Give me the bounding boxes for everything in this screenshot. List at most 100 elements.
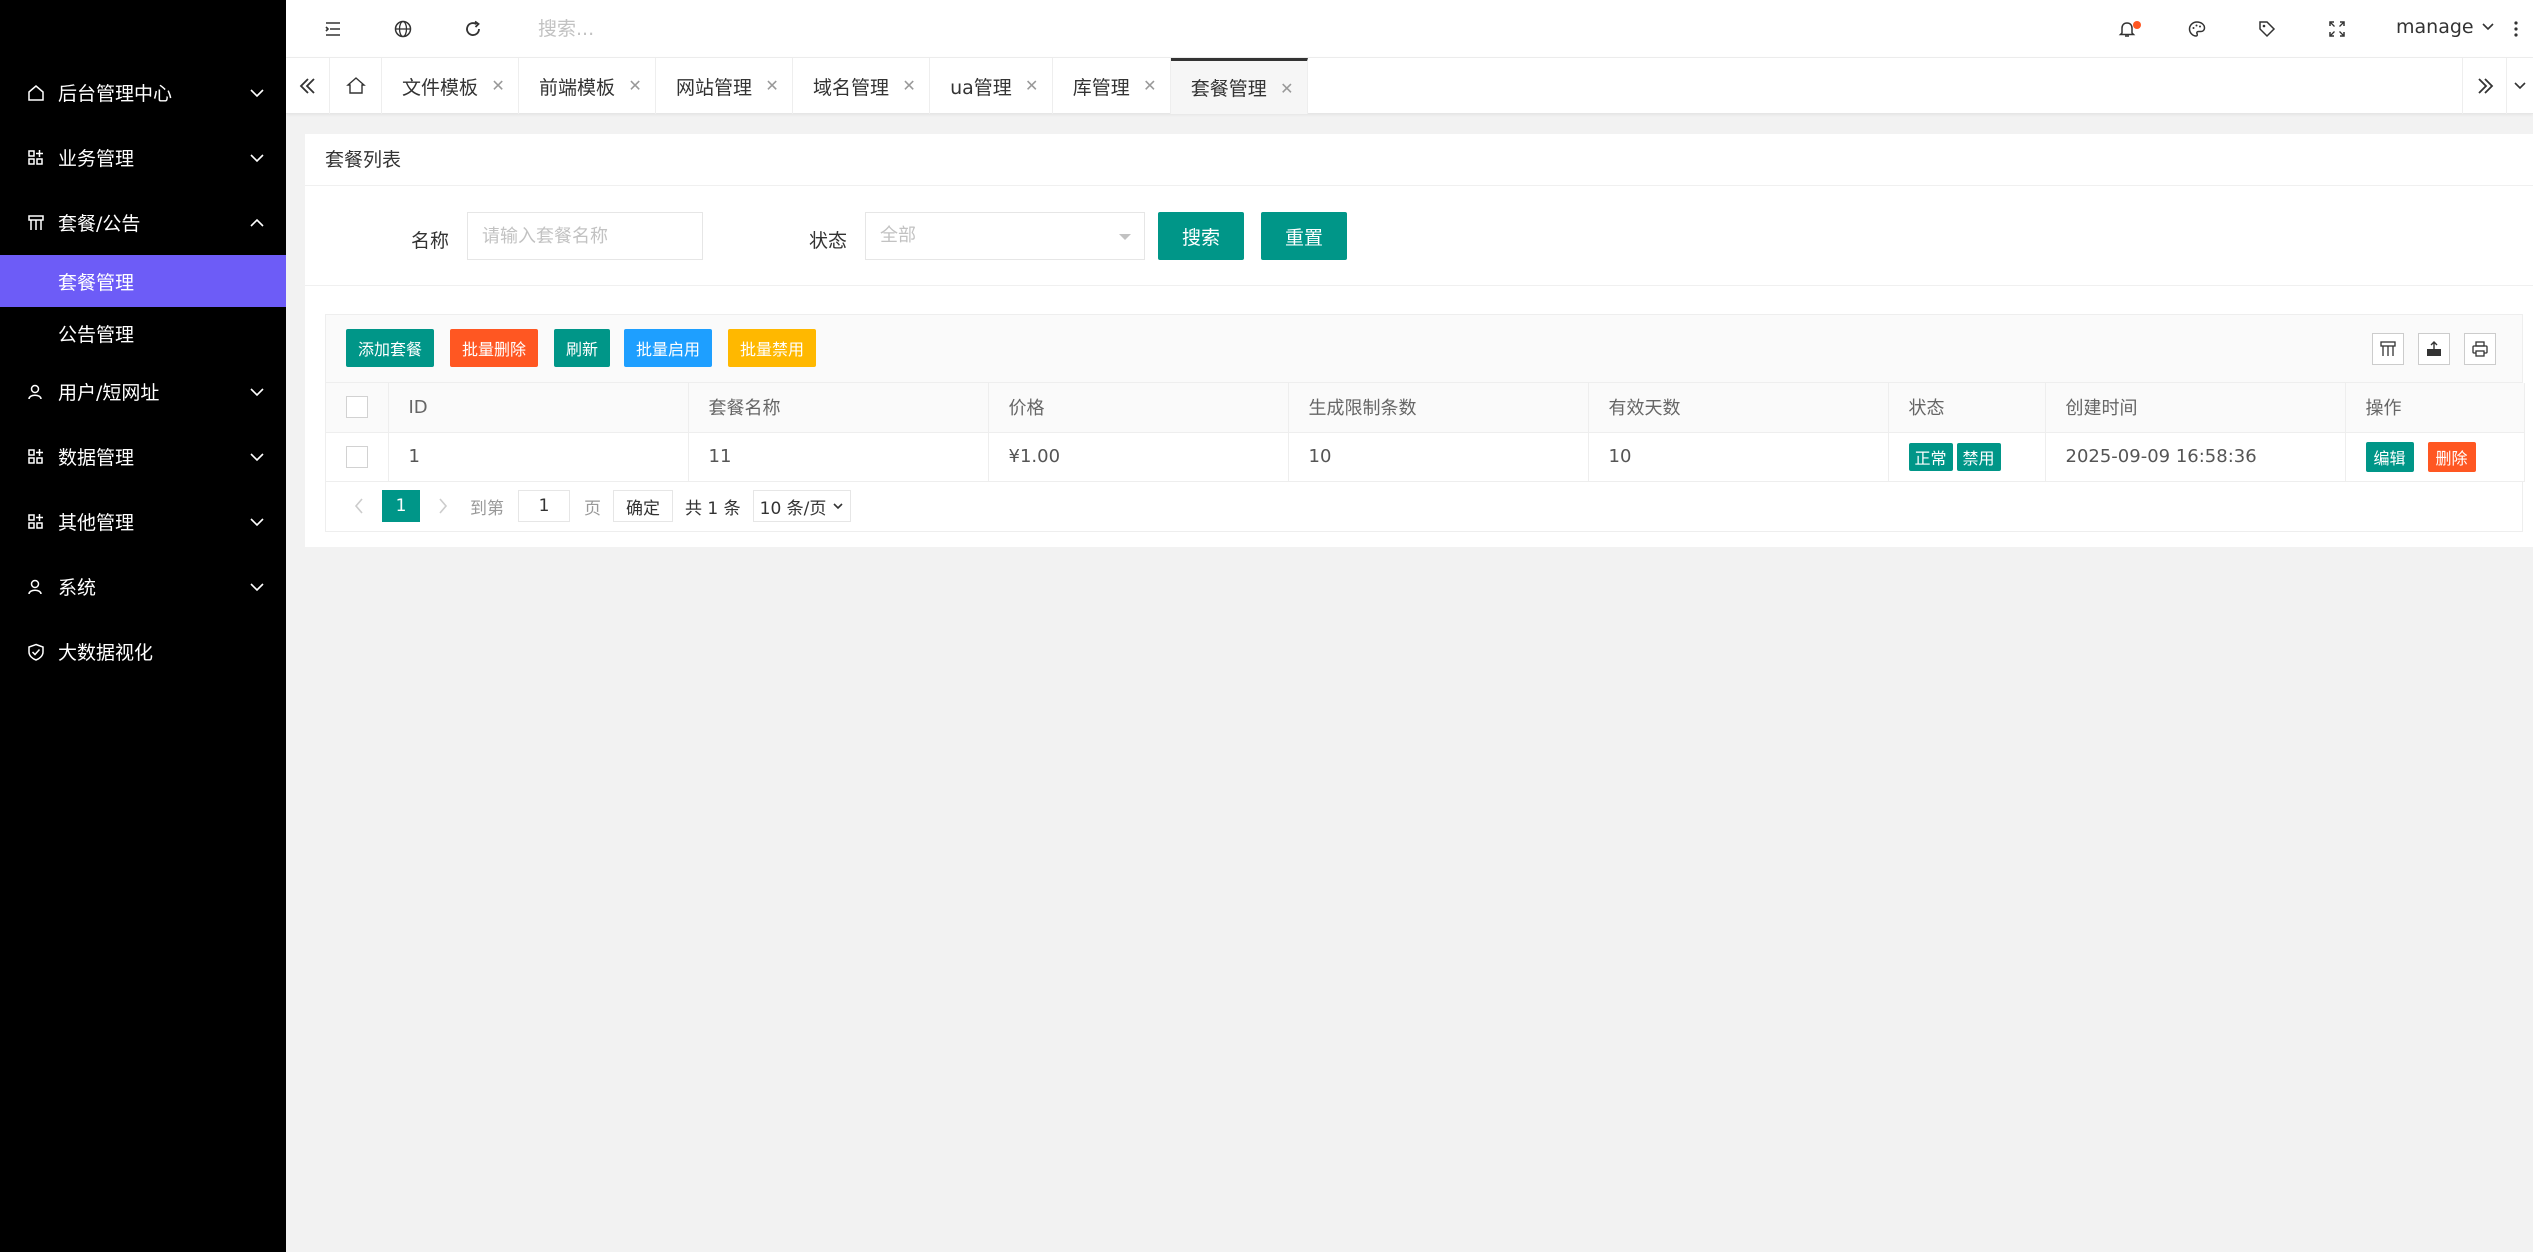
close-icon[interactable]: ✕ <box>1279 81 1295 97</box>
prev-page-icon[interactable] <box>346 491 372 521</box>
sidebar-item-label: 后台管理中心 <box>58 83 173 105</box>
cell-id: 1 <box>388 432 689 482</box>
pagination: 1 到第 页 确定 共 1 条 10 条/页 <box>326 481 852 531</box>
status-select-value: 全部 <box>880 225 916 246</box>
edit-button[interactable]: 编辑 <box>2365 441 2414 472</box>
tab-ua-management[interactable]: ua管理 ✕ <box>930 58 1053 114</box>
cell-days: 10 <box>1588 432 1889 482</box>
page-size-value: 10 条/页 <box>759 498 827 519</box>
template-icon <box>26 213 46 233</box>
sidebar-item-package-notice[interactable]: 套餐/公告 <box>0 190 286 255</box>
column-header: 生成限制条数 <box>1288 383 1589 433</box>
batch-enable-button[interactable]: 批量启用 <box>624 329 713 367</box>
sidebar-item-system[interactable]: 系统 <box>0 554 286 619</box>
tab-scroll-right-icon[interactable] <box>2462 58 2506 114</box>
status-select[interactable]: 全部 <box>865 212 1145 260</box>
chevron-down-icon <box>250 388 264 397</box>
tag-icon[interactable] <box>2252 14 2282 44</box>
tab-domain-management[interactable]: 域名管理 ✕ <box>793 58 931 114</box>
close-icon[interactable]: ✕ <box>764 78 780 94</box>
fullscreen-icon[interactable] <box>2322 14 2352 44</box>
batch-disable-button[interactable]: 批量禁用 <box>728 329 817 367</box>
page-size-select[interactable]: 10 条/页 <box>752 490 852 522</box>
tab-file-template[interactable]: 文件模板 ✕ <box>382 58 520 114</box>
tab-site-management[interactable]: 网站管理 ✕ <box>656 58 794 114</box>
close-icon[interactable]: ✕ <box>1024 78 1040 94</box>
search-input[interactable] <box>538 12 838 46</box>
more-vertical-icon[interactable] <box>2506 14 2526 44</box>
goto-page-input[interactable] <box>518 490 570 522</box>
close-icon[interactable]: ✕ <box>901 78 917 94</box>
delete-button[interactable]: 删除 <box>2427 441 2476 472</box>
current-page[interactable]: 1 <box>382 490 420 522</box>
cell-name: 11 <box>688 432 989 482</box>
sidebar-item-data-management[interactable]: 数据管理 <box>0 424 286 489</box>
total-count: 共 1 条 <box>685 498 741 519</box>
row-select-cell <box>326 432 389 482</box>
tab-label: 域名管理 <box>813 76 890 99</box>
chevron-down-icon <box>250 518 264 527</box>
globe-icon[interactable] <box>388 14 418 44</box>
user-menu[interactable]: manage <box>2396 16 2496 38</box>
column-header: 价格 <box>988 383 1289 433</box>
reset-button[interactable]: 重置 <box>1261 212 1347 260</box>
sidebar-item-other-management[interactable]: 其他管理 <box>0 489 286 554</box>
sidebar-item-user-shorturl[interactable]: 用户/短网址 <box>0 359 286 424</box>
tab-scroll-left-icon[interactable] <box>286 58 330 114</box>
chevron-down-icon <box>250 583 264 592</box>
close-icon[interactable]: ✕ <box>627 78 643 94</box>
status-label: 状态 <box>809 230 848 252</box>
cell-limit: 10 <box>1288 432 1589 482</box>
status-normal-badge[interactable]: 正常 <box>1908 442 1953 471</box>
top-header: manage <box>286 0 2533 58</box>
tab-frontend-template[interactable]: 前端模板 ✕ <box>519 58 657 114</box>
refresh-button[interactable]: 刷新 <box>554 329 611 367</box>
search-button[interactable]: 搜索 <box>1158 212 1244 260</box>
notification-bell-icon[interactable] <box>2112 14 2142 44</box>
user-icon <box>26 382 46 402</box>
close-icon[interactable]: ✕ <box>1142 78 1158 94</box>
sidebar-item-big-data[interactable]: 大数据视化 <box>0 619 286 684</box>
name-label: 名称 <box>411 230 450 252</box>
apps-icon <box>26 447 46 467</box>
table-toolbar: 添加套餐 批量删除 刷新 批量启用 批量禁用 <box>326 315 2522 383</box>
chevron-down-icon <box>250 154 264 163</box>
tab-label: 库管理 <box>1072 76 1130 99</box>
column-header: 操作 <box>2345 383 2525 433</box>
menu-toggle-icon[interactable] <box>318 14 348 44</box>
sidebar-subitem-package-management[interactable]: 套餐管理 <box>0 255 286 307</box>
user-icon <box>26 577 46 597</box>
package-name-input[interactable] <box>467 212 703 260</box>
cell-status: 正常 禁用 <box>1888 432 2046 482</box>
status-disable-badge[interactable]: 禁用 <box>1956 442 2001 471</box>
theme-palette-icon[interactable] <box>2182 14 2212 44</box>
tab-home-icon[interactable] <box>330 58 382 114</box>
tab-options-chevron-icon[interactable] <box>2506 58 2533 114</box>
tab-library-management[interactable]: 库管理 ✕ <box>1053 58 1171 114</box>
tab-label: 前端模板 <box>539 76 616 99</box>
print-icon[interactable] <box>2464 333 2496 365</box>
tab-package-management[interactable]: 套餐管理 ✕ <box>1170 58 1308 114</box>
close-icon[interactable]: ✕ <box>490 78 506 94</box>
sidebar-item-admin-center[interactable]: 后台管理中心 <box>0 60 286 125</box>
select-all-checkbox[interactable] <box>346 396 368 419</box>
add-package-button[interactable]: 添加套餐 <box>346 329 435 367</box>
package-table-container: 添加套餐 批量删除 刷新 批量启用 批量禁用 ID 套餐名称 价格 生成限制条数… <box>325 314 2525 532</box>
chevron-down-icon <box>2482 23 2494 31</box>
row-checkbox[interactable] <box>346 445 368 468</box>
goto-suffix: 页 <box>584 498 601 519</box>
package-list-card: 套餐列表 名称 状态 全部 搜索 重置 添加套餐 批量删除 刷新 批量启用 批量… <box>305 134 2533 547</box>
refresh-icon[interactable] <box>458 14 488 44</box>
goto-confirm-button[interactable]: 确定 <box>613 490 673 522</box>
sidebar-item-business[interactable]: 业务管理 <box>0 125 286 190</box>
tab-label: ua管理 <box>950 76 1012 99</box>
chevron-down-icon <box>250 453 264 462</box>
batch-delete-button[interactable]: 批量删除 <box>450 329 539 367</box>
caret-down-icon <box>1119 234 1131 240</box>
column-filter-icon[interactable] <box>2372 333 2404 365</box>
next-page-icon[interactable] <box>430 491 456 521</box>
home-icon <box>26 83 46 103</box>
sidebar-submenu: 套餐管理 公告管理 <box>0 255 286 359</box>
export-icon[interactable] <box>2418 333 2450 365</box>
sidebar-subitem-notice-management[interactable]: 公告管理 <box>0 307 286 359</box>
